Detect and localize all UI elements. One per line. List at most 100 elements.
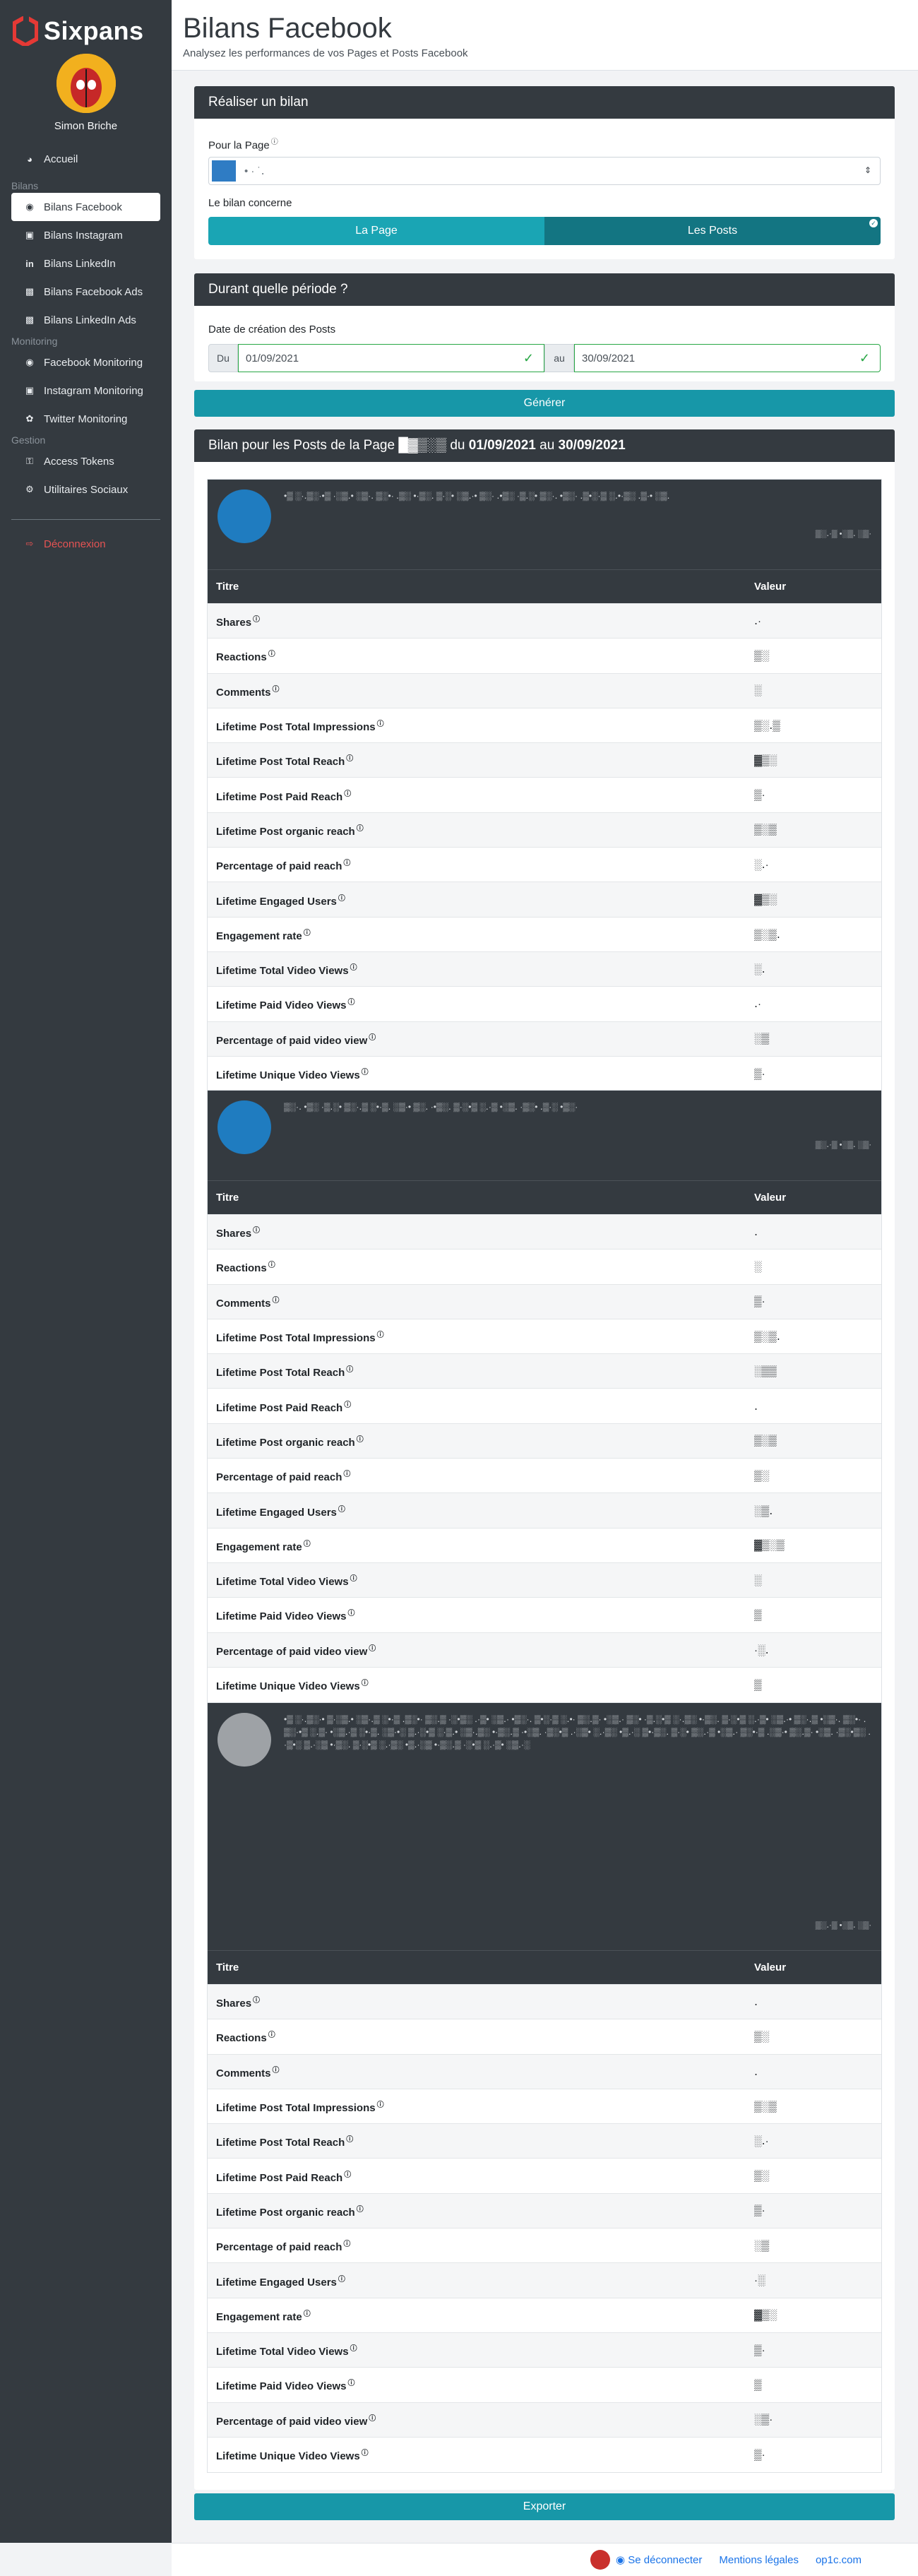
table-header-row: Titre Valeur (208, 569, 881, 604)
metric-value: ․ (746, 1388, 881, 1424)
sidebar-item-bilans-facebook-ads[interactable]: ▩ Bilans Facebook Ads (11, 278, 160, 306)
info-icon[interactable]: ⓘ (344, 1401, 351, 1409)
info-icon[interactable]: ⓘ (343, 1471, 350, 1478)
metric-value: ░ (746, 672, 881, 708)
info-icon[interactable]: ⓘ (346, 755, 353, 763)
info-icon[interactable]: ⓘ (273, 2067, 280, 2075)
sidebar-item-bilans-linkedin-ads[interactable]: ▩ Bilans LinkedIn Ads (11, 306, 160, 334)
option-la-page[interactable]: La Page (208, 217, 544, 245)
info-icon[interactable]: ⓘ (350, 964, 357, 972)
footer-logout-link[interactable]: ◉ Se déconnecter (616, 2553, 702, 2566)
info-icon[interactable]: ⓘ (268, 1262, 275, 1269)
info-icon[interactable]: ⓘ (362, 1069, 369, 1076)
info-icon[interactable]: ⓘ (344, 2171, 351, 2179)
metric-name: Shares ⓘ (208, 1213, 746, 1250)
post-thumbnail[interactable] (217, 1713, 271, 1767)
info-icon[interactable]: ⓘ (338, 2276, 345, 2284)
info-icon[interactable]: ⓘ (273, 1297, 280, 1305)
metrics-table: Titre Valeur Shares ⓘ ․ Reactions ⓘ ░ Comments ⓘ ▒… (208, 1180, 881, 1702)
metric-value: ▒· (746, 777, 881, 813)
info-icon[interactable]: ⓘ (348, 2380, 355, 2387)
info-icon[interactable]: ⓘ (369, 1034, 376, 1042)
info-icon[interactable]: ⓘ (346, 1366, 353, 1374)
post-header: ▒░·․ •▒░ ·▒․░• ▒░·․▒ ░•·▒․ ░▒·• ▒░․ ·•▒░… (208, 1091, 881, 1180)
table-row: Comments ⓘ ․ (208, 2053, 881, 2089)
metric-name: Percentage of paid reach ⓘ (208, 847, 746, 882)
info-icon[interactable]: ⓘ (253, 616, 260, 624)
metric-name: Comments ⓘ (208, 672, 746, 708)
info-icon[interactable]: ⓘ (304, 1541, 311, 1548)
info-icon[interactable]: ⓘ (357, 1436, 364, 1444)
info-icon[interactable]: ⓘ (357, 825, 364, 833)
metric-name: Lifetime Engaged Users ⓘ (208, 2262, 746, 2298)
info-icon[interactable]: ⓘ (362, 2450, 369, 2457)
sidebar-item-logout[interactable]: ⇨ Déconnexion (11, 530, 160, 558)
info-icon[interactable]: ⓘ (271, 138, 278, 146)
info-icon[interactable]: ⓘ (304, 2310, 311, 2318)
info-icon[interactable]: ⓘ (268, 651, 275, 658)
info-icon[interactable]: ⓘ (273, 686, 280, 694)
info-icon[interactable]: ⓘ (338, 895, 345, 903)
info-icon[interactable]: ⓘ (253, 1997, 260, 2005)
metric-value: ▒░ (746, 638, 881, 674)
footer-legal-link[interactable]: Mentions légales (719, 2554, 799, 2566)
info-icon[interactable]: ⓘ (369, 2415, 376, 2423)
table-row: Reactions ⓘ ▒░ (208, 638, 881, 674)
info-icon[interactable]: ⓘ (350, 1575, 357, 1583)
sidebar-item-utilitaires-sociaux[interactable]: ⚙ Utilitaires Sociaux (11, 475, 160, 504)
info-icon[interactable]: ⓘ (343, 2240, 350, 2248)
info-icon[interactable]: ⓘ (369, 1645, 376, 1653)
sidebar-item-access-tokens[interactable]: ⚿ Access Tokens (11, 447, 160, 475)
sidebar-item-bilans-linkedin[interactable]: in Bilans LinkedIn (11, 249, 160, 278)
brand-name: Sixpans (44, 16, 144, 45)
export-button[interactable]: Exporter (194, 2493, 895, 2520)
info-icon[interactable]: ⓘ (377, 1331, 384, 1339)
generate-button[interactable]: Générer (194, 390, 895, 417)
info-icon[interactable]: ⓘ (357, 2206, 364, 2214)
post-thumbnail[interactable] (217, 489, 271, 543)
instagram-icon: ▣ (25, 230, 35, 240)
sidebar-item-instagram-monitoring[interactable]: ▣ Instagram Monitoring (11, 376, 160, 405)
metric-name: Percentage of paid video view ⓘ (208, 2402, 746, 2438)
metric-value: ․· (746, 603, 881, 639)
table-row: Lifetime Total Video Views ⓘ ▒· (208, 2332, 881, 2368)
info-icon[interactable]: ⓘ (268, 2031, 275, 2039)
table-row: Lifetime Total Video Views ⓘ ░ (208, 1562, 881, 1598)
info-icon[interactable]: ⓘ (304, 930, 311, 937)
metric-value: ░▒ (746, 1021, 881, 1057)
metric-value: ░▒ (746, 2228, 881, 2263)
info-icon[interactable]: ⓘ (253, 1227, 260, 1235)
info-icon[interactable]: ⓘ (346, 2136, 353, 2144)
post-thumbnail[interactable] (217, 1100, 271, 1154)
footer-site-link[interactable]: op1c.com (816, 2554, 862, 2566)
info-icon[interactable]: ⓘ (377, 2101, 384, 2109)
avatar[interactable] (56, 54, 116, 113)
info-icon[interactable]: ⓘ (348, 1610, 355, 1618)
sidebar-item-twitter-monitoring[interactable]: ✿ Twitter Monitoring (11, 405, 160, 433)
post-text: •▒ ░·․▒░·•▒ ·░▒․• ░▒·․ ▒░•· ․▒░ •·▒░․ ▒·… (284, 491, 670, 501)
info-icon[interactable]: ⓘ (362, 1680, 369, 1687)
page-select-value: • · ˙․ (244, 165, 265, 177)
date-to-input[interactable]: 30/09/2021 ✓ (574, 344, 881, 372)
table-row: Lifetime Post Total Reach ⓘ ░․· (208, 2123, 881, 2159)
option-les-posts[interactable]: Les Posts ✓ (544, 217, 881, 245)
metric-value: ▓▒░ (746, 882, 881, 918)
date-range: Du 01/09/2021 ✓ au 30/09/2021 ✓ (208, 344, 881, 372)
date-from-input[interactable]: 01/09/2021 ✓ (238, 344, 544, 372)
info-icon[interactable]: ⓘ (338, 1506, 345, 1514)
sidebar-item-bilans-instagram[interactable]: ▣ Bilans Instagram (11, 221, 160, 249)
brand[interactable]: Sixpans (0, 0, 172, 48)
sidebar-item-facebook-monitoring[interactable]: ◉ Facebook Monitoring (11, 348, 160, 376)
info-icon[interactable]: ⓘ (344, 790, 351, 798)
sidebar-item-accueil[interactable]: ◕ Accueil (11, 145, 160, 173)
info-icon[interactable]: ⓘ (348, 999, 355, 1007)
dashboard-icon: ◕ (27, 153, 32, 165)
info-icon[interactable]: ⓘ (350, 2345, 357, 2353)
info-icon[interactable]: ⓘ (377, 720, 384, 728)
metrics-table: Titre Valeur Shares ⓘ ․ Reactions ⓘ ▒░ Comments ⓘ… (208, 1950, 881, 2472)
sidebar-item-bilans-facebook[interactable]: ◉ Bilans Facebook (11, 193, 160, 221)
info-icon[interactable]: ⓘ (343, 860, 350, 867)
sidebar-item-label: Bilans LinkedIn Ads (44, 314, 136, 326)
table-row: Reactions ⓘ ░ (208, 1249, 881, 1285)
page-select[interactable]: • · ˙․ ⇕ (208, 157, 881, 185)
